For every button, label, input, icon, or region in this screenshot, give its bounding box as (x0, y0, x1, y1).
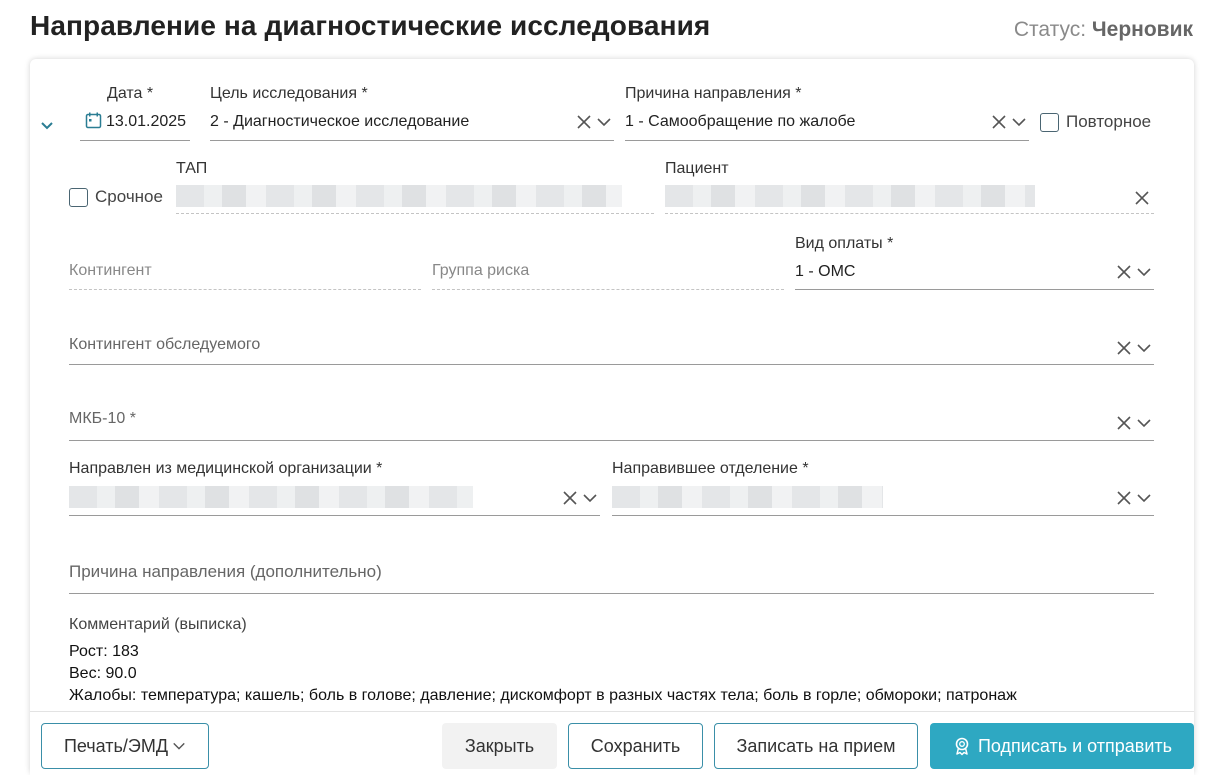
chevron-down-icon[interactable] (582, 490, 598, 506)
reason-extra-input[interactable]: Причина направления (дополнительно) (69, 559, 1154, 594)
from-org-select[interactable]: Направлен из медицинской организации * (69, 459, 600, 516)
sign-and-send-button[interactable]: Подписать и отправить (930, 723, 1194, 769)
patient-label: Пациент (665, 160, 729, 177)
page-title: Направление на диагностические исследова… (30, 10, 711, 41)
chevron-down-icon[interactable] (596, 114, 612, 130)
footer-toolbar: Печать/ЭМД Закрыть Сохранить Записать на… (30, 711, 1194, 775)
status-badge: Черновик (1091, 18, 1193, 41)
close-button[interactable]: Закрыть (442, 723, 557, 769)
date-label: Дата * (107, 85, 154, 102)
status-label: Статус: (1013, 18, 1087, 41)
risk-group-label: Группа риска (432, 262, 530, 279)
save-button[interactable]: Сохранить (568, 723, 703, 769)
sign-and-send-label: Подписать и отправить (977, 735, 1173, 756)
clear-icon[interactable] (1116, 264, 1132, 280)
patient-value-redacted (665, 185, 1035, 207)
goal-select[interactable]: Цель исследования * 2 - Диагностическое … (210, 84, 614, 141)
print-emd-button[interactable]: Печать/ЭМД (41, 723, 209, 769)
contingent-label: Контингент (69, 262, 152, 279)
clear-icon[interactable] (576, 114, 592, 130)
date-field[interactable]: Дата * 13.01.2025 (80, 84, 190, 141)
mkb-select[interactable]: МКБ-10 * (69, 409, 1154, 441)
comment-line: Жалобы: температура; кашель; боль в голо… (69, 687, 1017, 704)
payment-select[interactable]: Вид оплаты * 1 - ОМС (795, 234, 1154, 290)
chevron-down-icon[interactable] (1136, 490, 1152, 506)
repeat-label: Повторное (1066, 112, 1152, 131)
clear-icon[interactable] (991, 114, 1007, 130)
from-org-value-redacted (69, 486, 473, 508)
chevron-down-icon[interactable] (1136, 264, 1152, 280)
status: Статус: Черновик (1014, 18, 1193, 42)
comment-line: Вес: 90.0 (69, 665, 137, 682)
chevron-down-icon (173, 742, 185, 750)
payment-label: Вид оплаты * (795, 235, 894, 252)
mkb-label: МКБ-10 * (69, 410, 136, 427)
chevron-down-icon[interactable] (1136, 415, 1152, 431)
comment-line: Рост: 183 (69, 643, 139, 660)
patient-field[interactable]: Пациент (665, 159, 1154, 215)
print-emd-label: Печать/ЭМД (63, 735, 169, 756)
comment-label: Комментарий (выписка) (69, 616, 247, 633)
goal-value: 2 - Диагностическое исследование (210, 113, 470, 130)
risk-group-field[interactable]: Группа риска (432, 259, 784, 290)
clear-icon[interactable] (562, 490, 578, 506)
department-select[interactable]: Направившее отделение * (612, 459, 1154, 516)
appoint-button[interactable]: Записать на прием (714, 723, 918, 769)
clear-icon[interactable] (1134, 190, 1150, 206)
reason-value: 1 - Самообращение по жалобе (625, 113, 856, 130)
repeat-checkbox[interactable] (1040, 113, 1059, 132)
reason-select[interactable]: Причина направления * 1 - Самообращение … (625, 84, 1029, 141)
payment-value: 1 - ОМС (795, 263, 856, 280)
examined-contingent-label: Контингент обследуемого (69, 336, 261, 353)
date-value: 13.01.2025 (106, 113, 187, 130)
urgent-label: Срочное (95, 187, 163, 206)
clear-icon[interactable] (1116, 490, 1132, 506)
calendar-icon[interactable] (85, 112, 102, 129)
collapse-chevron-icon[interactable] (39, 118, 55, 134)
goal-label: Цель исследования * (210, 85, 368, 102)
examined-contingent-select[interactable]: Контингент обследуемого (69, 334, 1154, 365)
clear-icon[interactable] (1116, 415, 1132, 431)
from-org-label: Направлен из медицинской организации * (69, 460, 383, 477)
tap-value-redacted (176, 185, 622, 207)
urgent-checkbox[interactable] (69, 188, 88, 207)
chevron-down-icon[interactable] (1011, 114, 1027, 130)
certificate-icon (955, 737, 969, 756)
contingent-field[interactable]: Контингент (69, 259, 421, 290)
tap-field[interactable]: ТАП (176, 159, 654, 215)
form-card: Дата * 13.01.2025 Цель исследования * 2 … (30, 59, 1194, 775)
reason-extra-label: Причина направления (дополнительно) (69, 562, 382, 581)
comment-text[interactable]: Рост: 183 Вес: 90.0 Жалобы: температура;… (69, 641, 1017, 707)
reason-label: Причина направления * (625, 85, 802, 102)
chevron-down-icon[interactable] (1136, 340, 1152, 356)
tap-label: ТАП (176, 160, 208, 177)
department-value-redacted (612, 486, 883, 508)
department-label: Направившее отделение * (612, 460, 809, 477)
clear-icon[interactable] (1116, 340, 1132, 356)
